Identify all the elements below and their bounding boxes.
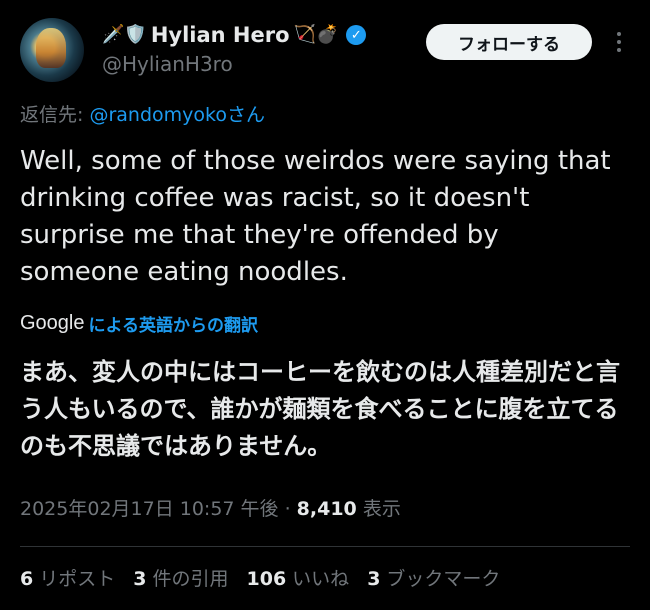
tweet-meta: 2025年02月17日 10:57 午後 · 8,410 表示 <box>20 494 401 521</box>
translation-attribution: Google による英語からの翻訳 <box>20 311 258 336</box>
stat-label: ブックマーク <box>386 568 501 590</box>
google-logo: Google <box>20 312 85 334</box>
follow-button[interactable]: フォローする <box>426 24 592 60</box>
reply-suffix: さん <box>226 104 265 126</box>
tweet-text: Well, some of those weirdos were saying … <box>20 146 611 287</box>
display-name[interactable]: Hylian Hero <box>151 23 290 47</box>
divider <box>20 546 630 547</box>
bow-bomb-emoji: 🏹💣 <box>293 24 339 45</box>
stat-label: いいね <box>292 568 350 590</box>
verified-badge-icon: ✓ <box>346 25 367 45</box>
engagement-stats: 6 リポスト 3 件の引用 106 いいね 3 ブックマーク <box>20 564 500 591</box>
views-label: 表示 <box>356 498 401 520</box>
stat-likes[interactable]: 106 いいね <box>247 564 350 591</box>
views-count: 8,410 <box>296 498 357 520</box>
stat-bookmarks[interactable]: 3 ブックマーク <box>367 564 500 591</box>
stat-reposts[interactable]: 6 リポスト <box>20 564 115 591</box>
reply-prefix: 返信先: <box>20 104 90 126</box>
stat-quotes[interactable]: 3 件の引用 <box>133 564 228 591</box>
stat-number: 106 <box>246 568 287 590</box>
translation-label[interactable]: による英語からの翻訳 <box>89 311 259 336</box>
avatar[interactable] <box>20 18 84 82</box>
stat-label: 件の引用 <box>152 568 229 590</box>
stat-number: 3 <box>133 568 147 590</box>
stat-number: 3 <box>367 568 381 590</box>
author-name-row[interactable]: 🗡️🛡️ Hylian Hero 🏹💣 ✓ <box>102 20 367 50</box>
timestamp-link[interactable]: 2025年02月17日 10:57 午後 <box>20 498 279 520</box>
more-options-icon[interactable] <box>608 28 630 56</box>
stat-label: リポスト <box>39 568 116 590</box>
stat-number: 6 <box>20 568 34 590</box>
handle[interactable]: @HylianH3ro <box>102 52 233 76</box>
sword-shield-emoji: 🗡️🛡️ <box>102 24 147 45</box>
reply-to-line: 返信先: @randomyokoさん <box>20 100 265 127</box>
translated-text: まあ、変人の中にはコーヒーを飲むのは人種差別だと言う人もいるので、誰かが麺類を食… <box>20 358 620 460</box>
meta-separator: · <box>278 498 297 520</box>
reply-mention-link[interactable]: @randomyoko <box>89 104 227 126</box>
